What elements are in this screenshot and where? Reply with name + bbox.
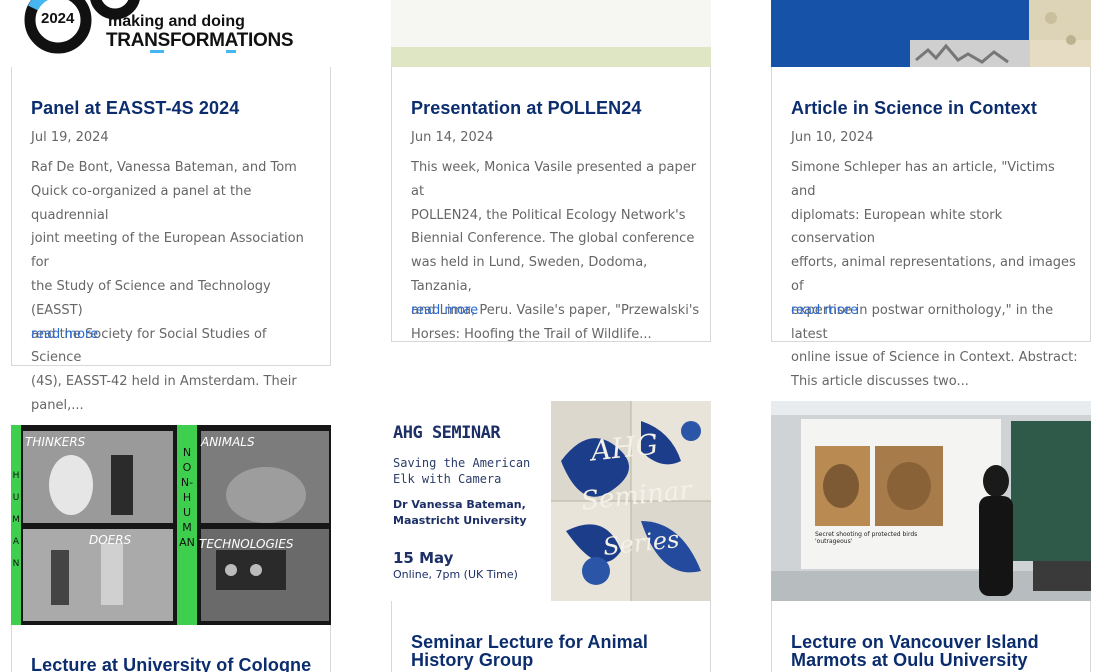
easst-logo-badge: 2024 bbox=[41, 10, 75, 27]
read-more-link[interactable]: read more bbox=[31, 327, 98, 342]
seminar-speaker-line1: Dr Vanessa Bateman, bbox=[393, 498, 526, 511]
read-more-link[interactable]: read more bbox=[411, 303, 478, 318]
post-card-animal-history: Seminar Lecture for Animal History Group bbox=[391, 600, 711, 672]
collage-label-technologies: TECHNOLOGIES bbox=[199, 537, 294, 551]
collage-label-thinkers: THINKERS bbox=[25, 435, 86, 449]
collage-label-animals: ANIMALS bbox=[201, 435, 255, 449]
seminar-heading: AHG SEMINAR bbox=[393, 423, 501, 443]
seminar-subtitle-line2: Elk with Camera bbox=[393, 472, 502, 486]
post-thumbnail-science-in-context[interactable] bbox=[771, 0, 1091, 67]
thumbnail-strip bbox=[391, 47, 711, 67]
post-date: Jun 10, 2024 bbox=[791, 130, 874, 145]
collage-label-doers: DOERS bbox=[89, 533, 132, 547]
easst-logo-line2: TRANSFORMATIONS bbox=[106, 30, 294, 51]
post-excerpt: Simone Schleper has an article, "Victims… bbox=[791, 160, 1078, 390]
easst-logo-line1: making and doing bbox=[108, 13, 245, 30]
post-thumbnail-ahg-seminar[interactable]: AHG SEMINAR Saving the American Elk with… bbox=[391, 401, 711, 601]
seminar-speaker-line2: Maastricht University bbox=[393, 514, 527, 527]
post-card-vancouver-marmots: Lecture on Vancouver Island Marmots at O… bbox=[771, 600, 1091, 672]
post-title[interactable]: Lecture on Vancouver Island Marmots at O… bbox=[791, 633, 1039, 669]
seminar-time: Online, 7pm (UK Time) bbox=[393, 568, 518, 581]
post-card-cologne: Lecture at University of Cologne bbox=[11, 624, 331, 672]
read-more-link[interactable]: read more bbox=[791, 303, 858, 318]
lecture-photo bbox=[771, 401, 1091, 601]
post-thumbnail-oulu-lecture[interactable]: Secret shooting of protected birds 'outr… bbox=[771, 401, 1091, 601]
slide-caption: Secret shooting of protected birds 'outr… bbox=[815, 531, 918, 545]
post-excerpt: Raf De Bont, Vanessa Bateman, and Tom Qu… bbox=[31, 160, 304, 413]
post-title[interactable]: Article in Science in Context bbox=[791, 99, 1037, 117]
post-card-science-in-context: Article in Science in Context Jun 10, 20… bbox=[771, 66, 1091, 389]
post-thumbnail-easst[interactable]: 2024 making and doing TRANSFORMATIONS bbox=[11, 0, 331, 67]
seminar-script-1: AHG bbox=[589, 427, 660, 468]
post-card-easst: Panel at EASST-4S 2024 Jul 19, 2024 Raf … bbox=[11, 66, 331, 413]
post-title[interactable]: Presentation at POLLEN24 bbox=[411, 99, 641, 117]
collage-label-human: HUMAN bbox=[12, 471, 20, 569]
nonhuman-collage bbox=[11, 425, 331, 625]
post-title[interactable]: Lecture at University of Cologne bbox=[31, 656, 311, 672]
post-title[interactable]: Seminar Lecture for Animal History Group bbox=[411, 633, 648, 669]
post-card-pollen24: Presentation at POLLEN24 Jun 14, 2024 Th… bbox=[391, 66, 711, 342]
stork-collage bbox=[910, 0, 1091, 67]
post-date: Jun 14, 2024 bbox=[411, 130, 494, 145]
post-thumbnail-pollen24[interactable] bbox=[391, 0, 711, 67]
post-date: Jul 19, 2024 bbox=[31, 130, 109, 145]
post-thumbnail-cologne[interactable]: THINKERS ANIMALS DOERS TECHNOLOGIES NON-… bbox=[11, 425, 331, 625]
seminar-date: 15 May bbox=[393, 549, 454, 567]
collage-label-nonhuman: NON-HUMAN bbox=[179, 446, 195, 549]
post-title[interactable]: Panel at EASST-4S 2024 bbox=[31, 99, 239, 117]
seminar-subtitle-line1: Saving the American bbox=[393, 456, 531, 470]
